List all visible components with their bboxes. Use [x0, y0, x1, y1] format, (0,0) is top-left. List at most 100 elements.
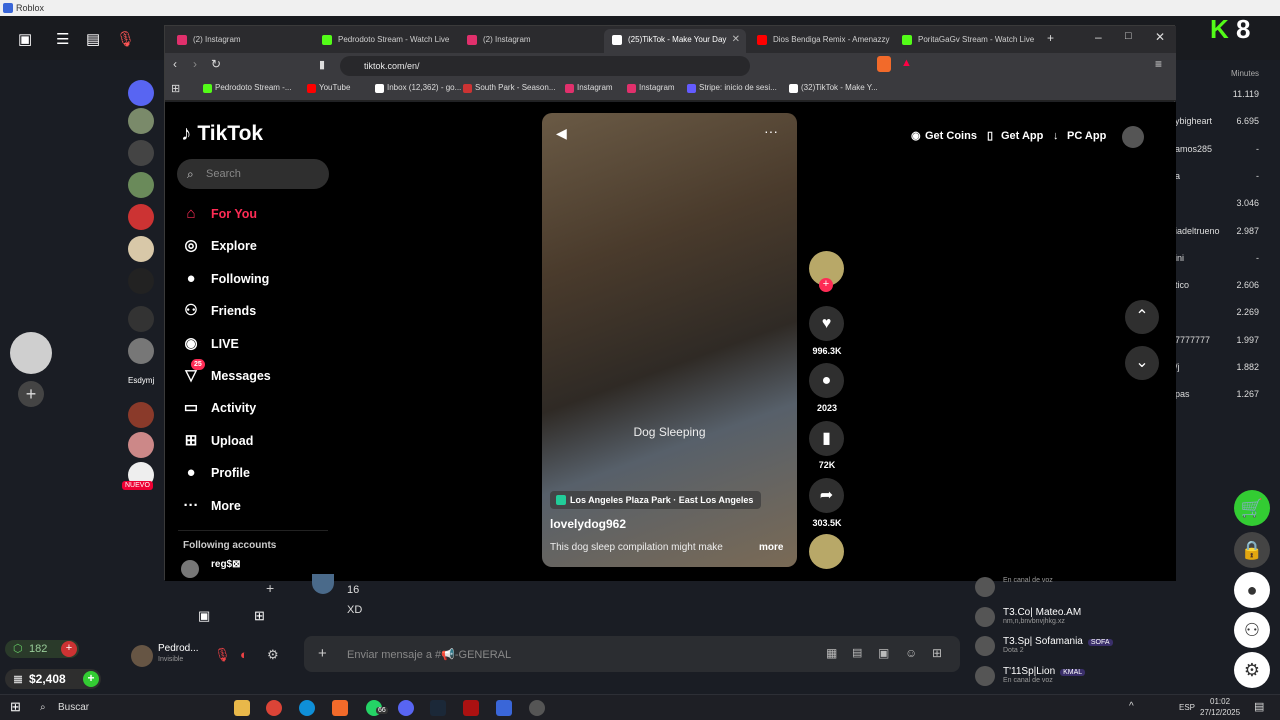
apps-icon[interactable]: ⊞: [932, 646, 942, 660]
sticker-icon[interactable]: ▣: [878, 646, 889, 660]
server-home[interactable]: [128, 80, 154, 106]
add-icon[interactable]: +: [266, 580, 274, 596]
profile-avatar[interactable]: [1122, 126, 1144, 148]
gift-icon[interactable]: ▦: [826, 646, 837, 660]
nav-item-more[interactable]: ··· More: [181, 494, 331, 518]
search-input[interactable]: ⌕ Search: [177, 159, 329, 189]
server-icon[interactable]: [128, 402, 154, 428]
volume-icon[interactable]: ◀: [556, 125, 567, 142]
language-indicator[interactable]: ESP: [1179, 703, 1195, 712]
nav-item-explore[interactable]: ◎ Explore: [181, 234, 331, 258]
server-icon[interactable]: [128, 306, 154, 332]
bookmark-item[interactable]: Inbox (12,362) - go...: [375, 83, 461, 93]
close-tab-icon[interactable]: ✕: [732, 29, 740, 51]
message-avatar[interactable]: [312, 574, 334, 594]
share-button[interactable]: ➦: [809, 478, 844, 513]
hamburger-icon[interactable]: ☰: [56, 30, 69, 48]
voice-member[interactable]: En canal de voz: [975, 577, 1053, 597]
add-icon[interactable]: +: [18, 381, 44, 407]
browser-tab[interactable]: (2) Instagram: [169, 29, 311, 53]
voice-member[interactable]: T3.Co| Mateo.AM nm,n,bnvbnvjhkg.xz: [975, 606, 1081, 627]
get-coins-button[interactable]: ◉ Get Coins: [911, 123, 977, 149]
discord-icon[interactable]: [398, 700, 414, 716]
bookmark-item[interactable]: Instagram: [565, 83, 613, 93]
edge-icon[interactable]: [299, 700, 315, 716]
roblox-menu-icon[interactable]: ▣: [18, 30, 32, 48]
bookmark-item[interactable]: Pedrodoto Stream -...: [203, 83, 291, 93]
attach-plus-icon[interactable]: +: [318, 645, 327, 662]
brave-icon[interactable]: [332, 700, 348, 716]
settings-icon[interactable]: ⚙: [267, 647, 279, 663]
voice-member[interactable]: T'11Sp|Lion KMAL En canal de voz: [975, 665, 1086, 686]
previous-video-button[interactable]: ⌃: [1125, 300, 1159, 334]
nav-item-following[interactable]: ● Following: [181, 267, 331, 291]
windows-start-icon[interactable]: ⊞: [10, 699, 21, 715]
bookmark-item[interactable]: YouTube: [307, 83, 350, 93]
follow-plus-icon[interactable]: +: [819, 278, 833, 292]
brave-shield-icon[interactable]: [877, 56, 891, 72]
tray-chevron-icon[interactable]: ^: [1129, 701, 1134, 712]
reload-icon[interactable]: ↻: [211, 57, 221, 71]
roblox-icon[interactable]: [496, 700, 512, 716]
voice-member[interactable]: T3.Sp| Sofamania SOFA Dota 2: [975, 636, 1113, 656]
get-app-button[interactable]: ▯ Get App: [987, 123, 1043, 149]
nav-item-friends[interactable]: ⚇ Friends: [181, 299, 331, 323]
apps-grid-icon[interactable]: ⊞: [171, 82, 180, 95]
notifications-icon[interactable]: ▤: [1254, 700, 1264, 713]
server-icon[interactable]: [128, 268, 154, 294]
caption-more-button[interactable]: more: [759, 542, 783, 553]
pc-app-button[interactable]: ↓ PC App: [1053, 123, 1106, 149]
close-window-icon[interactable]: ✕: [1155, 30, 1165, 44]
shop-cart-button[interactable]: 🛒: [1234, 490, 1270, 526]
nav-item-messages[interactable]: ▽ Messages 25: [181, 359, 331, 388]
server-icon[interactable]: [128, 204, 154, 230]
bookmark-icon[interactable]: ▮: [319, 58, 325, 71]
nav-item-for-you[interactable]: ⌂ For You: [181, 202, 331, 226]
video-player[interactable]: ◀ ··· Dog Sleeping Los Angeles Plaza Par…: [542, 113, 797, 567]
user-avatar[interactable]: [131, 645, 153, 667]
message-input[interactable]: + Enviar mensaje a #📢-GENERAL ▦ ▤ ▣ ☺ ⊞: [304, 636, 960, 672]
clock-time[interactable]: 01:02: [1210, 697, 1230, 706]
nav-item-profile[interactable]: ● Profile: [181, 461, 331, 485]
friends-button[interactable]: ⚇: [1234, 612, 1270, 648]
obs-icon[interactable]: [529, 700, 545, 716]
lock-button[interactable]: 🔒: [1234, 532, 1270, 568]
screen-share-icon[interactable]: ▣: [198, 608, 210, 624]
emoji-icon[interactable]: ☺: [905, 646, 917, 660]
bookmark-item[interactable]: Stripe: inicio de sesi...: [687, 83, 777, 93]
add-cash-icon[interactable]: +: [83, 671, 99, 687]
like-button[interactable]: ♥: [809, 306, 844, 341]
avatar-button[interactable]: ●: [1234, 572, 1270, 608]
video-author[interactable]: lovelydog962: [550, 517, 626, 531]
bookmark-item[interactable]: South Park - Season...: [463, 83, 556, 93]
robux-display[interactable]: ⬡ 182 +: [5, 640, 79, 658]
server-icon[interactable]: [128, 338, 154, 364]
bookmark-item[interactable]: Instagram: [627, 83, 675, 93]
nav-item-live[interactable]: ◉ LIVE: [181, 332, 331, 356]
chrome-icon[interactable]: [266, 700, 282, 716]
new-tab-icon[interactable]: +: [1047, 31, 1054, 45]
minimize-icon[interactable]: –: [1095, 30, 1102, 44]
back-icon[interactable]: ‹: [173, 57, 177, 71]
cash-display[interactable]: ≣ $2,408 +: [5, 669, 101, 689]
tiktok-logo[interactable]: ♪ TikTok: [181, 122, 263, 146]
activities-icon[interactable]: ⊞: [254, 608, 265, 624]
browser-tab[interactable]: Pedrodoto Stream - Watch Live: [314, 29, 456, 53]
url-field[interactable]: tiktok.com/en/: [340, 56, 750, 76]
save-button[interactable]: ▮: [809, 421, 844, 456]
location-tag[interactable]: Los Angeles Plaza Park · East Los Angele…: [550, 491, 762, 509]
brave-rewards-icon[interactable]: ▲: [901, 57, 912, 69]
comment-button[interactable]: ●: [809, 363, 844, 398]
nav-item-activity[interactable]: ▭ Activity: [181, 396, 331, 420]
browser-tab[interactable]: PoritaGaGv Stream - Watch Live: [894, 29, 1036, 53]
taskbar-search[interactable]: ⌕ Buscar: [32, 698, 212, 718]
steam-icon[interactable]: [430, 700, 446, 716]
maximize-icon[interactable]: □: [1125, 30, 1132, 42]
app-icon[interactable]: [463, 700, 479, 716]
browser-tab[interactable]: (2) Instagram: [459, 29, 601, 53]
server-icon[interactable]: [128, 236, 154, 262]
settings-button[interactable]: ⚙: [1234, 652, 1270, 688]
sound-disc[interactable]: [809, 534, 844, 569]
bookmark-item[interactable]: (32)TikTok - Make Y...: [789, 83, 878, 93]
server-icon[interactable]: [128, 108, 154, 134]
